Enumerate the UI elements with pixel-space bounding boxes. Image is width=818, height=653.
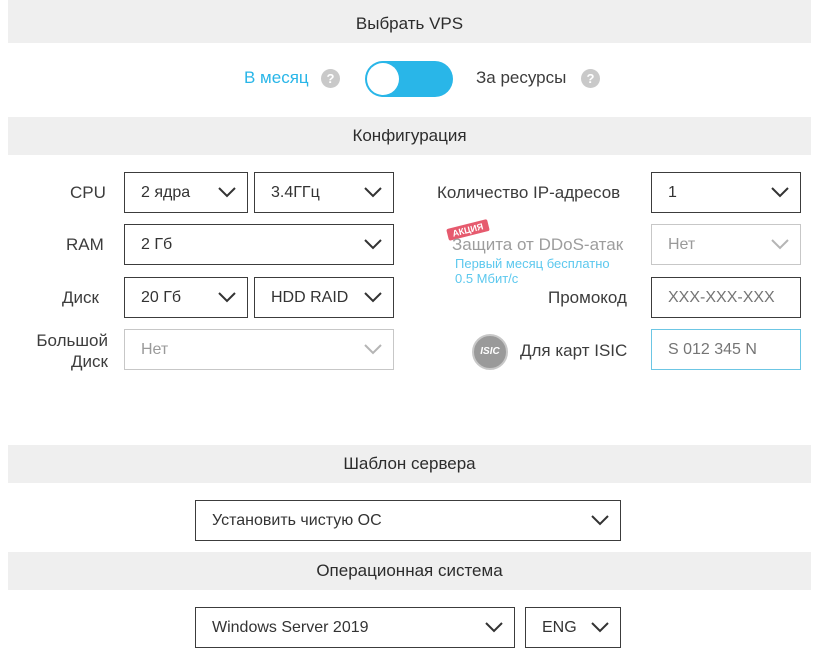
isic-label: Для карт ISIC bbox=[520, 341, 628, 360]
cpu-label: CPU bbox=[70, 183, 106, 202]
big-disk-value: Нет bbox=[141, 341, 169, 358]
ip-count-label: Количество IP-адресов bbox=[437, 183, 621, 202]
configuration-title: Конфигурация bbox=[352, 126, 467, 145]
server-template-title: Шаблон сервера bbox=[343, 454, 476, 473]
ddos-label: Защита от DDoS-атак bbox=[452, 235, 624, 254]
chevron-down-icon bbox=[771, 187, 789, 198]
operating-system-header: Операционная система bbox=[8, 552, 811, 590]
big-disk-select[interactable]: Нет bbox=[124, 329, 394, 370]
ddos-note: Первый месяц бесплатно 0.5 Мбит/с bbox=[455, 256, 610, 286]
chevron-down-icon bbox=[591, 515, 609, 526]
ram-label: RAM bbox=[66, 235, 104, 254]
disk-size-value: 20 Гб bbox=[141, 289, 182, 306]
billing-monthly-label[interactable]: В месяц bbox=[244, 68, 309, 88]
operating-system-title: Операционная система bbox=[316, 561, 503, 580]
billing-mode-switch[interactable] bbox=[365, 61, 453, 97]
billing-toggle-row: В месяц ? За ресурсы ? bbox=[0, 58, 818, 100]
os-language-select[interactable]: ENG bbox=[525, 607, 621, 648]
switch-knob bbox=[367, 63, 399, 95]
cpu-frequency-select[interactable]: 3.4ГГц bbox=[254, 172, 394, 213]
isic-card-input[interactable] bbox=[651, 329, 801, 370]
os-language-value: ENG bbox=[542, 619, 577, 636]
page-title: Выбрать VPS bbox=[355, 14, 464, 33]
server-template-header: Шаблон сервера bbox=[8, 445, 811, 483]
ip-count-value: 1 bbox=[668, 184, 677, 201]
promo-code-label: Промокод bbox=[548, 288, 627, 307]
ddos-select[interactable]: Нет bbox=[651, 224, 801, 265]
chevron-down-icon bbox=[364, 239, 382, 250]
server-template-value: Установить чистую ОС bbox=[212, 512, 382, 529]
cpu-cores-value: 2 ядра bbox=[141, 184, 191, 201]
help-icon[interactable]: ? bbox=[321, 69, 340, 88]
cpu-frequency-value: 3.4ГГц bbox=[271, 184, 320, 201]
configuration-header: Конфигурация bbox=[8, 117, 811, 155]
ram-select[interactable]: 2 Гб bbox=[124, 224, 394, 265]
chevron-down-icon bbox=[771, 239, 789, 250]
ram-value: 2 Гб bbox=[141, 236, 173, 253]
os-select[interactable]: Windows Server 2019 bbox=[195, 607, 515, 648]
disk-label: Диск bbox=[62, 288, 99, 307]
disk-type-select[interactable]: HDD RAID bbox=[254, 277, 394, 318]
promo-code-input[interactable] bbox=[651, 277, 801, 318]
header-bar: Выбрать VPS bbox=[8, 0, 811, 43]
chevron-down-icon bbox=[364, 344, 382, 355]
ip-count-select[interactable]: 1 bbox=[651, 172, 801, 213]
disk-size-select[interactable]: 20 Гб bbox=[124, 277, 248, 318]
cpu-cores-select[interactable]: 2 ядра bbox=[124, 172, 248, 213]
isic-logo-icon: ISIC bbox=[472, 334, 508, 370]
chevron-down-icon bbox=[591, 622, 609, 633]
disk-type-value: HDD RAID bbox=[271, 289, 349, 306]
chevron-down-icon bbox=[363, 290, 383, 304]
ddos-value: Нет bbox=[668, 236, 696, 253]
chevron-down-icon bbox=[485, 622, 503, 633]
chevron-down-icon bbox=[218, 292, 236, 303]
billing-resources-label[interactable]: За ресурсы bbox=[476, 68, 566, 88]
big-disk-label: Большой Диск bbox=[36, 331, 108, 371]
chevron-down-icon bbox=[364, 187, 382, 198]
help-icon[interactable]: ? bbox=[581, 69, 600, 88]
chevron-down-icon bbox=[218, 187, 236, 198]
server-template-select[interactable]: Установить чистую ОС bbox=[195, 500, 621, 541]
os-value: Windows Server 2019 bbox=[212, 619, 369, 636]
